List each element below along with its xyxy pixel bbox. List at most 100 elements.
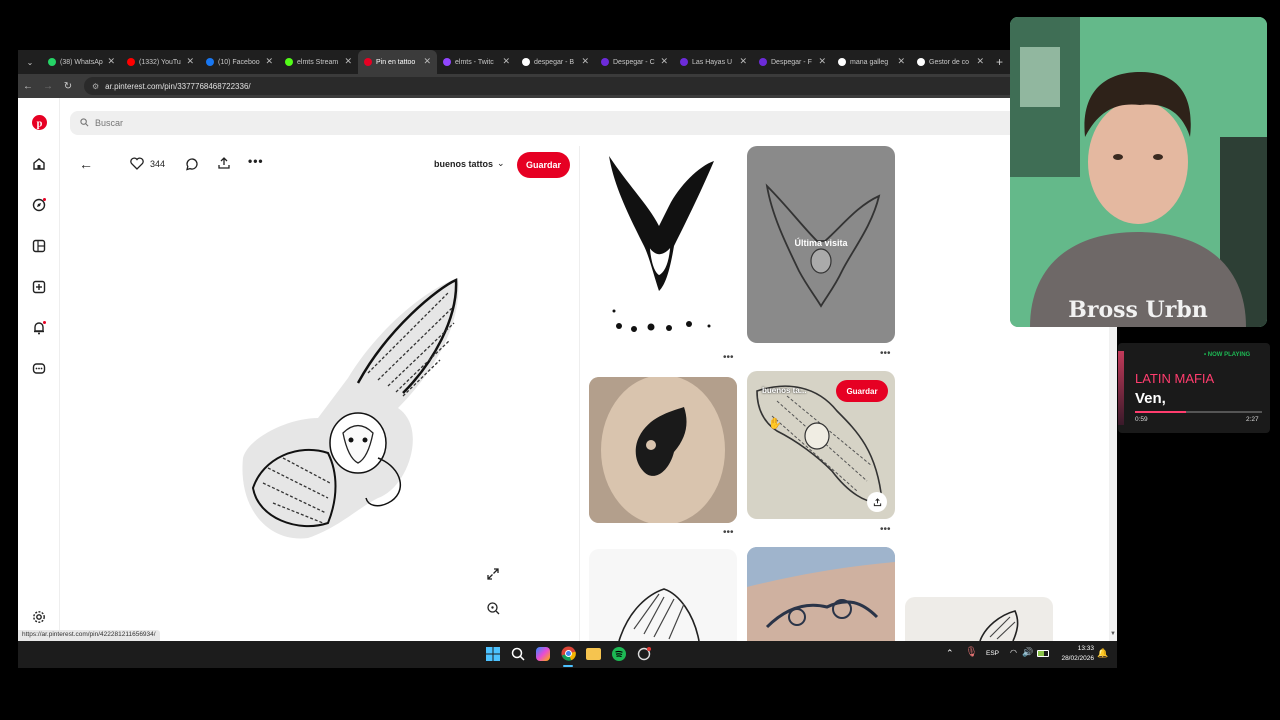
hover-save-button[interactable]: Guardar [836, 380, 888, 402]
forward-icon[interactable]: → [38, 81, 58, 92]
explore-icon[interactable] [31, 197, 47, 213]
related-pin-6[interactable] [747, 547, 895, 641]
tab-label: Pin en tattoo [376, 58, 416, 66]
more-options-icon[interactable]: ••• [248, 154, 264, 168]
microphone-icon[interactable]: 🎙 [965, 647, 978, 658]
tab-close-icon[interactable]: ✕ [265, 56, 273, 67]
copilot-icon[interactable] [536, 647, 550, 661]
related-pin-5[interactable] [589, 549, 737, 641]
site-info-icon[interactable]: ⚙ [92, 82, 99, 91]
pin-4-more-icon[interactable]: ••• [880, 524, 891, 535]
tab-close-icon[interactable]: ✕ [739, 56, 747, 67]
tray-chevron-icon[interactable]: ⌃ [946, 648, 954, 659]
wifi-icon[interactable]: ◠ [1010, 648, 1017, 657]
tab-favicon-icon [917, 58, 925, 66]
related-pin-4[interactable]: buenos ta... Guardar [747, 371, 895, 519]
board-selector[interactable]: buenos tattos ⌄ [434, 158, 505, 169]
related-pin-1[interactable] [589, 146, 737, 346]
tab-favicon-icon [838, 58, 846, 66]
notifications-icon[interactable] [31, 320, 47, 336]
tab-close-icon[interactable]: ✕ [660, 56, 668, 67]
related-pin-3[interactable] [589, 377, 737, 523]
panel-divider [579, 146, 580, 641]
browser-tab[interactable]: Despegar - F ✕ [753, 50, 832, 74]
messages-icon[interactable] [31, 361, 47, 377]
related-pin-7[interactable] [905, 597, 1053, 641]
search-bar[interactable]: Buscar [70, 111, 1117, 135]
home-icon[interactable] [31, 156, 47, 172]
tab-close-icon[interactable]: ✕ [818, 56, 826, 67]
pin-image[interactable] [228, 268, 478, 548]
taskbar-search-icon[interactable] [511, 647, 525, 666]
expand-icon[interactable] [486, 567, 500, 586]
notification-center-icon[interactable]: 🔔 [1097, 648, 1108, 659]
settings-icon[interactable] [31, 609, 47, 625]
tab-favicon-icon [601, 58, 609, 66]
tab-favicon-icon [48, 58, 56, 66]
tab-label: Despegar - F [771, 58, 812, 66]
battery-icon[interactable] [1037, 650, 1049, 657]
browser-tab[interactable]: elmts - Twitc ✕ [437, 50, 516, 74]
tab-strip: ⌄ (38) WhatsAp ✕ (1332) YouTu ✕ (10) Faceboo… [18, 50, 1117, 74]
comment-icon[interactable] [185, 157, 199, 176]
browser-tab[interactable]: Pin en tattoo ✕ [358, 50, 437, 74]
search-placeholder: Buscar [95, 118, 124, 128]
tab-close-icon[interactable]: ✕ [344, 56, 352, 67]
reload-icon[interactable]: ↻ [58, 81, 78, 92]
browser-tab[interactable]: elmts Stream ✕ [279, 50, 358, 74]
pinterest-logo-icon[interactable]: p [31, 114, 47, 130]
pin-like-button[interactable]: 344 [130, 157, 165, 170]
tab-search-icon[interactable]: ⌄ [18, 58, 42, 67]
tab-label: mana galleg [850, 58, 889, 66]
windows-start-icon[interactable] [486, 647, 500, 666]
tab-close-icon[interactable]: ✕ [107, 56, 115, 67]
volume-icon[interactable]: 🔊 [1022, 647, 1033, 658]
heart-icon [130, 157, 144, 170]
create-icon[interactable] [31, 279, 47, 295]
pin-1-more-icon[interactable]: ••• [723, 352, 734, 363]
tab-favicon-icon [759, 58, 767, 66]
related-pin-2[interactable]: Última visita [747, 146, 895, 343]
share-icon[interactable] [217, 156, 231, 175]
spotify-icon[interactable] [612, 647, 626, 666]
tab-close-icon[interactable]: ✕ [581, 56, 589, 67]
tab-close-icon[interactable]: ✕ [423, 56, 431, 67]
tab-close-icon[interactable]: ✕ [186, 56, 194, 67]
pin-2-more-icon[interactable]: ••• [880, 348, 891, 359]
save-button[interactable]: Guardar [517, 152, 570, 178]
back-icon[interactable]: ← [18, 81, 38, 92]
language-label[interactable]: ESP [986, 650, 999, 657]
clock-date[interactable]: 28/02/2026 [1052, 655, 1100, 662]
tab-close-icon[interactable]: ✕ [502, 56, 510, 67]
back-arrow-icon[interactable]: ← [79, 156, 93, 172]
scroll-down-icon[interactable]: ▼ [1110, 631, 1116, 637]
browser-tab[interactable]: (38) WhatsAp ✕ [42, 50, 121, 74]
browser-tab[interactable]: despegar - B ✕ [516, 50, 595, 74]
browser-tab[interactable]: Despegar - C ✕ [595, 50, 674, 74]
pin-3-more-icon[interactable]: ••• [723, 527, 734, 538]
browser-tab[interactable]: (1332) YouTu ✕ [121, 50, 200, 74]
browser-tab[interactable]: (10) Faceboo ✕ [200, 50, 279, 74]
url-field[interactable]: ⚙ ar.pinterest.com/pin/3377768468722336/ [84, 77, 1044, 95]
tab-close-icon[interactable]: ✕ [897, 56, 905, 67]
progress-fill [1135, 411, 1186, 413]
app-icon[interactable] [637, 647, 651, 666]
browser-tab[interactable]: Las Hayas U ✕ [674, 50, 753, 74]
link-status-bar: https://ar.pinterest.com/pin/42228121165… [18, 630, 160, 641]
tab-close-icon[interactable]: ✕ [976, 56, 984, 67]
file-explorer-icon[interactable] [586, 648, 601, 660]
new-tab-button[interactable]: + [996, 55, 1003, 69]
boards-icon[interactable] [31, 238, 47, 254]
now-playing-badge: • NOW PLAYING [1204, 352, 1251, 358]
search-icon [80, 117, 89, 129]
visual-search-icon[interactable] [486, 601, 500, 620]
chrome-icon[interactable] [561, 646, 576, 666]
browser-tab[interactable]: Gestor de co ✕ [911, 50, 990, 74]
track-artist: LATIN MAFIA [1135, 371, 1215, 386]
hover-share-icon[interactable] [867, 492, 887, 512]
chevron-down-icon: ⌄ [497, 158, 505, 168]
browser-tab[interactable]: mana galleg ✕ [832, 50, 911, 74]
tab-label: elmts Stream [297, 58, 339, 66]
clock-time[interactable]: 13:33 [1060, 645, 1100, 652]
hover-board-label[interactable]: buenos ta... [762, 386, 806, 395]
